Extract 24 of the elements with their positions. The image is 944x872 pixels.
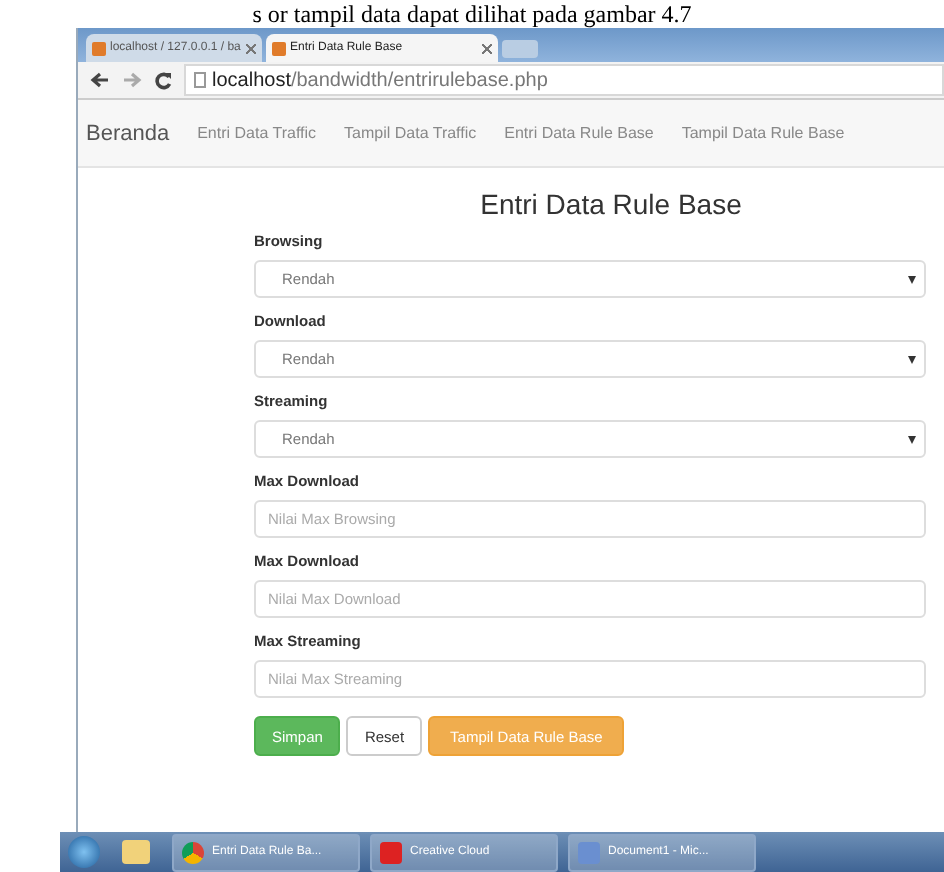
- caret-icon: [908, 435, 916, 443]
- document-text: s or tampil data dapat dilihat pada gambar 4.7: [252, 0, 692, 28]
- close-icon[interactable]: [482, 43, 492, 53]
- caret-icon: [908, 355, 916, 363]
- page-title: Entri Data Rule Base: [478, 188, 744, 220]
- brand-link[interactable]: Beranda: [86, 121, 170, 145]
- app-icon: [380, 841, 402, 863]
- nav-link[interactable]: Entri Data Rule Base: [504, 124, 654, 142]
- nav-link[interactable]: Tampil Data Traffic: [344, 124, 477, 142]
- app-icon: [182, 841, 204, 863]
- back-icon[interactable]: [90, 72, 110, 88]
- nav-link[interactable]: Entri Data Traffic: [197, 124, 317, 142]
- caret-icon: [908, 275, 916, 283]
- close-icon[interactable]: [246, 43, 256, 53]
- reload-icon[interactable]: [154, 71, 172, 89]
- nav-link[interactable]: Tampil Data Rule Base: [681, 124, 845, 142]
- favicon-icon: [92, 41, 106, 55]
- forward-icon[interactable]: [122, 72, 142, 88]
- start-button[interactable]: [68, 836, 100, 868]
- app-icon: [578, 841, 600, 863]
- address-field[interactable]: localhost/bandwidth/entrirulebase.php: [184, 64, 944, 96]
- favicon-icon: [272, 41, 286, 55]
- page-icon: [194, 72, 206, 88]
- url-text: localhost/bandwidth/entrirulebase.php: [212, 69, 548, 91]
